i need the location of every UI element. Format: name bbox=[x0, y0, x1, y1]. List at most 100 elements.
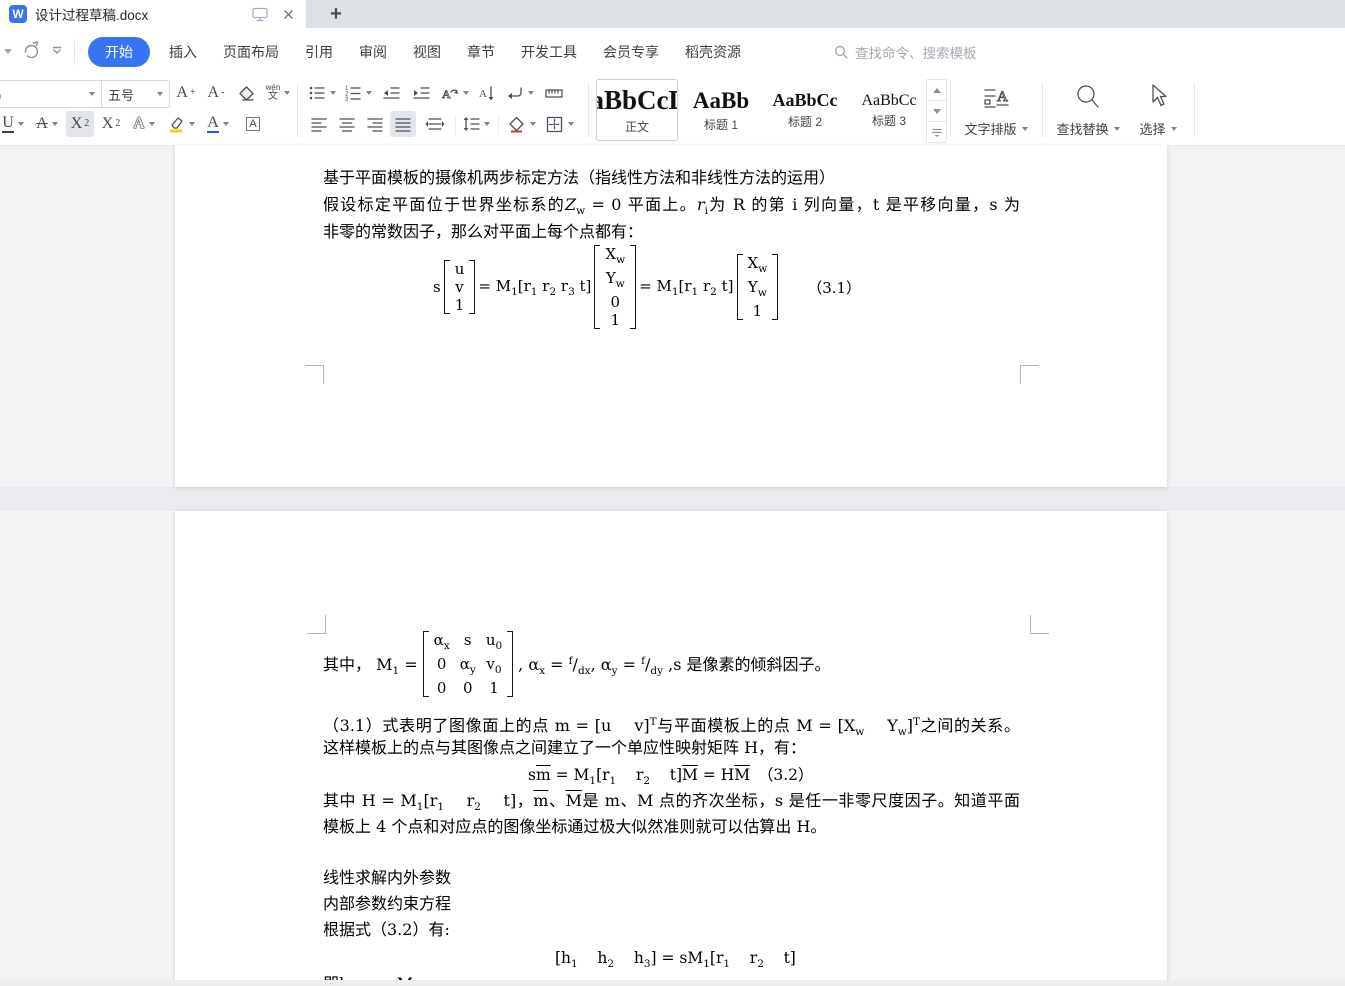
undo-dropdown-icon[interactable] bbox=[4, 49, 12, 54]
styles-scroll-up-button[interactable] bbox=[927, 80, 946, 101]
font-color-button[interactable]: A bbox=[202, 111, 234, 137]
font-size-select[interactable]: 五号 bbox=[102, 81, 149, 107]
redo-icon[interactable] bbox=[22, 40, 40, 63]
find-replace-icon bbox=[1073, 82, 1103, 112]
select-button[interactable]: 选择 bbox=[1128, 79, 1188, 141]
command-search[interactable]: 查找命令、搜索模板 bbox=[833, 28, 977, 75]
styles-scroll-down-button[interactable] bbox=[927, 101, 946, 122]
styles-more-button[interactable] bbox=[927, 122, 946, 142]
line-spacing-icon bbox=[462, 115, 480, 133]
bullet-list-icon bbox=[308, 84, 326, 102]
menu-tab[interactable]: 页面布局 bbox=[210, 37, 292, 67]
menu-tab[interactable]: 开发工具 bbox=[508, 37, 590, 67]
matrix-definition-line: 其中， M1 = αxsu00αyv0001 , αx = f/dx, αy =… bbox=[323, 629, 831, 699]
text-layout-icon: A bbox=[981, 82, 1011, 112]
equation-h: [h1 h2 h3] = sM1[r1 r2 t] bbox=[555, 947, 796, 975]
style-card[interactable]: AaBb 标题 1 bbox=[680, 79, 762, 141]
text-layout-button[interactable]: A 文字排版 bbox=[952, 79, 1040, 141]
align-right-icon bbox=[366, 115, 384, 133]
distribute-button[interactable] bbox=[420, 111, 450, 137]
font-name-dropdown-icon[interactable] bbox=[81, 81, 101, 107]
bullet-list-button[interactable] bbox=[306, 80, 338, 106]
menu-tab[interactable]: 引用 bbox=[292, 37, 346, 67]
borders-button[interactable] bbox=[542, 111, 576, 137]
wps-writer-logo: W bbox=[9, 5, 27, 23]
paragraph: 这样模板上的点与其图像点之间建立了一个单应性映射矩阵 H，有： bbox=[323, 737, 806, 759]
decrease-font-button[interactable]: A- bbox=[203, 80, 229, 106]
wps-writer-window: W 设计过程草稿.docx + 开始插入页面布局引用审阅视图章节开发工具会员专享… bbox=[0, 0, 1345, 986]
sort-icon: A bbox=[478, 84, 496, 102]
paragraph-wrap-button[interactable] bbox=[504, 80, 536, 106]
page-1[interactable]: 基于平面模板的摄像机两步标定方法（指线性方法和非线性方法的运用） 假设标定平面位… bbox=[175, 145, 1167, 487]
pinyin-icon: wén 文 bbox=[266, 84, 281, 102]
group-divider bbox=[455, 115, 456, 135]
align-center-button[interactable] bbox=[334, 111, 360, 137]
group-divider bbox=[588, 83, 589, 137]
screen-share-icon[interactable] bbox=[250, 4, 270, 24]
pinyin-guide-button[interactable]: wén 文 bbox=[261, 80, 295, 106]
group-divider bbox=[950, 83, 951, 137]
align-center-icon bbox=[338, 115, 356, 133]
menu-tab[interactable]: 审阅 bbox=[346, 37, 400, 67]
numbered-list-button[interactable]: 123 bbox=[342, 80, 374, 106]
style-card[interactable]: AaBbCcDd 正文 bbox=[596, 79, 678, 141]
underline-button[interactable]: U bbox=[0, 111, 28, 137]
distribute-icon bbox=[425, 115, 445, 133]
text-effects-button[interactable]: A bbox=[128, 111, 160, 137]
subscript-button[interactable]: X2 bbox=[98, 111, 124, 137]
group-divider bbox=[498, 115, 499, 135]
paragraph: 其中 H = M1[r1 r2 t]，m、M是 m、M 点的齐次坐标，s 是任一… bbox=[323, 790, 1020, 818]
menu-tab[interactable]: 会员专享 bbox=[590, 37, 672, 67]
svg-text:A: A bbox=[997, 89, 1008, 105]
strikethrough-button[interactable]: A bbox=[32, 111, 62, 137]
font-size-dropdown-icon[interactable] bbox=[149, 81, 169, 107]
window-bottom-edge bbox=[0, 980, 1345, 986]
decrease-indent-button[interactable] bbox=[378, 80, 404, 106]
close-tab-icon[interactable] bbox=[278, 4, 298, 24]
text-direction-button[interactable]: A bbox=[438, 80, 470, 106]
menu-tab[interactable]: 插入 bbox=[156, 37, 210, 67]
menu-tabs: 开始插入页面布局引用审阅视图章节开发工具会员专享稻壳资源 bbox=[88, 28, 754, 75]
increase-indent-button[interactable] bbox=[408, 80, 434, 106]
superscript-button[interactable]: X2 bbox=[66, 111, 94, 137]
paragraph: 模板上 4 个点和对应点的图像坐标通过极大似然准则就可以估算出 H。 bbox=[323, 816, 826, 838]
font-name-select[interactable]: 宋体 (正文) bbox=[0, 81, 81, 107]
paragraph: 根据式（3.2）有: bbox=[323, 919, 450, 941]
line-spacing-button[interactable] bbox=[460, 111, 492, 137]
sort-button[interactable]: A bbox=[474, 80, 500, 106]
column-vector: uv1 bbox=[444, 260, 476, 314]
find-replace-button[interactable]: 查找替换 bbox=[1044, 79, 1132, 141]
increase-indent-icon bbox=[412, 84, 430, 102]
highlight-color-button[interactable] bbox=[164, 111, 198, 137]
clear-format-button[interactable] bbox=[233, 80, 259, 106]
menu-tab[interactable]: 开始 bbox=[88, 37, 150, 67]
justify-button[interactable] bbox=[390, 111, 416, 137]
increase-font-button[interactable]: A+ bbox=[173, 80, 199, 106]
menu-tab[interactable]: 章节 bbox=[454, 37, 508, 67]
select-cursor-icon bbox=[1144, 82, 1172, 112]
shading-icon bbox=[507, 115, 526, 134]
menu-tab[interactable]: 视图 bbox=[400, 37, 454, 67]
align-left-button[interactable] bbox=[306, 111, 332, 137]
align-right-button[interactable] bbox=[362, 111, 388, 137]
paragraph: 线性求解内外参数 bbox=[323, 867, 451, 889]
page-2[interactable]: 其中， M1 = αxsu00αyv0001 , αx = f/dx, αy =… bbox=[175, 511, 1167, 986]
document-tab[interactable]: W 设计过程草稿.docx bbox=[0, 0, 306, 28]
eraser-icon bbox=[237, 84, 256, 103]
svg-text:A: A bbox=[442, 87, 451, 101]
character-border-button[interactable]: A bbox=[240, 111, 266, 137]
style-card[interactable]: AaBbCc 标题 3 bbox=[848, 79, 930, 141]
style-card[interactable]: AaBbCc 标题 2 bbox=[764, 79, 846, 141]
tab-ruler-button[interactable] bbox=[540, 80, 568, 106]
paragraph: 非零的常数因子，那么对平面上每个点都有： bbox=[323, 221, 643, 243]
equation-3-2: sm = M1[r1 r2 t]M = HM （3.2） bbox=[528, 764, 814, 792]
new-tab-button[interactable]: + bbox=[322, 0, 350, 28]
customize-quick-access-icon[interactable] bbox=[50, 42, 64, 61]
svg-text:3: 3 bbox=[345, 97, 349, 102]
equation-3-1: s uv1 = M1[r1 r2 r3 t] XwYw01 = M1[r1 r2… bbox=[433, 245, 861, 329]
margin-corner-mark bbox=[305, 365, 324, 384]
group-divider bbox=[1042, 83, 1043, 137]
menu-tab[interactable]: 稻壳资源 bbox=[672, 37, 754, 67]
document-canvas[interactable]: 基于平面模板的摄像机两步标定方法（指线性方法和非线性方法的运用） 假设标定平面位… bbox=[0, 146, 1345, 986]
shading-button[interactable] bbox=[504, 111, 538, 137]
